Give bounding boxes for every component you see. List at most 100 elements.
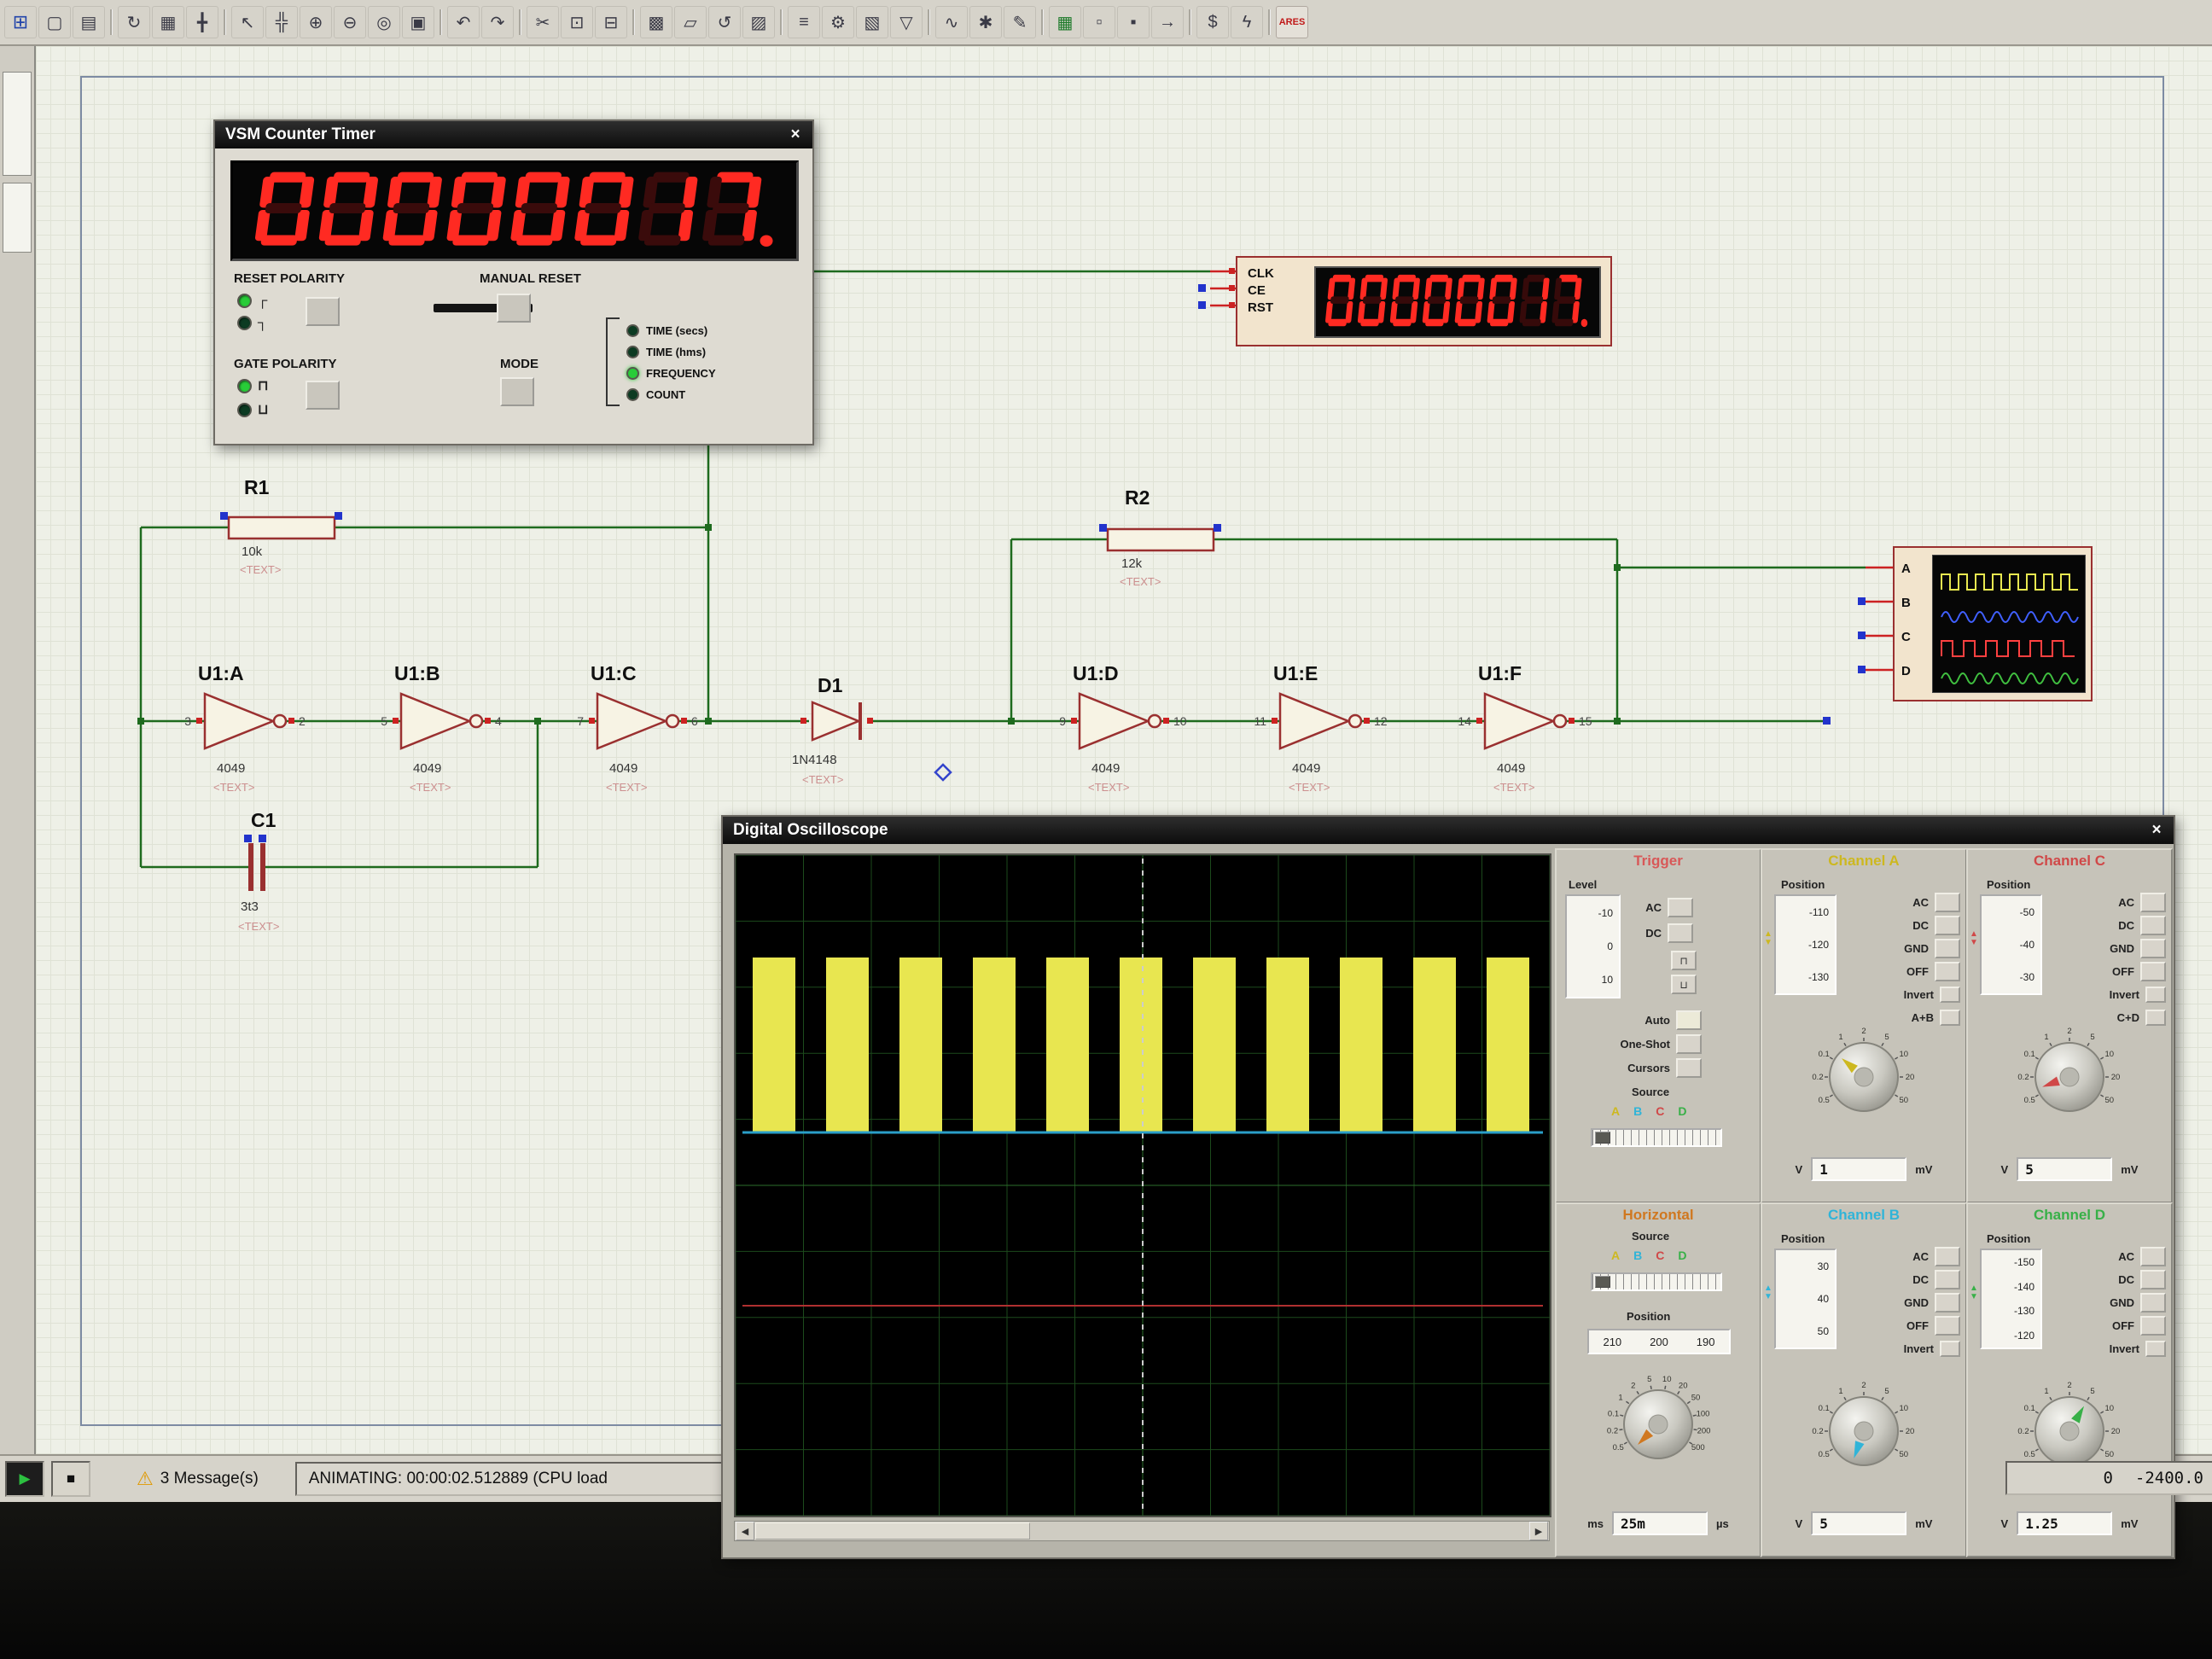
object-selector-pane[interactable] — [3, 183, 32, 253]
knob[interactable]: 0.50.20.1125102050 — [2017, 1024, 2122, 1130]
channel-d-gain-value[interactable]: 1.25 — [2017, 1511, 2112, 1535]
source-channel-c[interactable]: C — [1656, 1249, 1664, 1262]
scroll-right-icon[interactable]: ▶ — [1529, 1522, 1548, 1540]
channel-d-position-scale[interactable]: -150-140-130-120 — [1980, 1249, 2042, 1349]
channel-a-dc-button[interactable] — [1935, 916, 1960, 935]
channel-c-off-button[interactable] — [2140, 962, 2166, 981]
block-delete-icon[interactable]: ▨ — [742, 6, 775, 38]
channel-d-invert-button[interactable] — [2145, 1341, 2166, 1357]
source-channel-b[interactable]: B — [1633, 1249, 1642, 1262]
trigger-edge-rising-button[interactable]: ⊓ — [1671, 951, 1697, 970]
channel-b-position-scale[interactable]: 304050 — [1774, 1249, 1837, 1349]
source-channel-b[interactable]: B — [1633, 1104, 1642, 1118]
toggle-grid-icon[interactable]: ▦ — [152, 6, 184, 38]
channel-d-position-arrows[interactable]: ▲▼ — [1970, 1284, 1978, 1301]
property-assignment-icon[interactable]: ✎ — [1004, 6, 1036, 38]
gate-polarity-button[interactable] — [306, 381, 340, 410]
zoom-all-icon[interactable]: ◎ — [368, 6, 400, 38]
reset-polarity-rising-radio[interactable] — [237, 294, 252, 308]
copy-icon[interactable]: ⊡ — [561, 6, 593, 38]
mode-option-time-hms-[interactable]: TIME (hms) — [626, 346, 706, 358]
wire-autorouter-icon[interactable]: ∿ — [935, 6, 968, 38]
knob[interactable]: 0.50.20.1125102050100200500 — [1605, 1371, 1711, 1477]
search-tag-icon[interactable]: ✱ — [969, 6, 1002, 38]
netlist-to-ares-icon[interactable]: ARES — [1276, 6, 1308, 38]
channel-b-off-button[interactable] — [1935, 1316, 1960, 1336]
app-icon[interactable]: ⊞ — [4, 6, 37, 38]
mode-button[interactable] — [500, 377, 534, 406]
channel-c-position-scale[interactable]: -50-40-30 — [1980, 894, 2042, 995]
channel-c-gain-value[interactable]: 5 — [2017, 1157, 2112, 1181]
scope-titlebar[interactable]: Digital Oscilloscope × — [723, 817, 2174, 844]
manual-reset-button[interactable] — [497, 294, 531, 323]
close-icon[interactable]: × — [785, 125, 806, 145]
zoom-out-icon[interactable]: ⊖ — [334, 6, 366, 38]
channel-c-position-arrows[interactable]: ▲▼ — [1970, 930, 1978, 947]
packaging-icon[interactable]: ▧ — [856, 6, 888, 38]
scroll-left-icon[interactable]: ◀ — [736, 1522, 754, 1540]
undo-icon[interactable]: ↶ — [447, 6, 480, 38]
redo-icon[interactable]: ↷ — [481, 6, 514, 38]
channel-a-gain-value[interactable]: 1 — [1811, 1157, 1906, 1181]
trigger-level-scale[interactable]: -10 0 10 — [1565, 894, 1621, 998]
channel-c-invert-button[interactable] — [2145, 987, 2166, 1003]
source-channel-d[interactable]: D — [1678, 1249, 1686, 1262]
horizontal-position-scale[interactable]: 210 200 190 — [1587, 1329, 1731, 1354]
vsm-titlebar[interactable]: VSM Counter Timer × — [215, 121, 812, 148]
decompose-icon[interactable]: ▽ — [890, 6, 923, 38]
source-channel-a[interactable]: A — [1611, 1104, 1620, 1118]
channel-a-invert-button[interactable] — [1940, 987, 1960, 1003]
trigger-dc-button[interactable] — [1668, 923, 1693, 943]
remove-sheet-icon[interactable]: ▪ — [1117, 6, 1150, 38]
zoom-area-icon[interactable]: ▣ — [402, 6, 434, 38]
channel-d-gnd-button[interactable] — [2140, 1293, 2166, 1313]
oscilloscope-window[interactable]: Digital Oscilloscope × ◀ ▶ Trigger Level… — [721, 815, 2175, 1559]
horizontal-source-channels[interactable]: AB C D — [1611, 1249, 1687, 1262]
mode-option-count[interactable]: COUNT — [626, 388, 685, 401]
paste-icon[interactable]: ⊟ — [595, 6, 627, 38]
block-copy-icon[interactable]: ▩ — [640, 6, 672, 38]
channel-c-ac-button[interactable] — [2140, 893, 2166, 912]
horizontal-source-slider[interactable] — [1591, 1272, 1722, 1291]
channel-a-position-scale[interactable]: -110-120-130 — [1774, 894, 1837, 995]
pick-parts-icon[interactable]: ≡ — [788, 6, 820, 38]
channel-c-dc-button[interactable] — [2140, 916, 2166, 935]
knob[interactable]: 0.50.20.1125102050 — [1811, 1378, 1917, 1484]
pan-icon[interactable]: ╬ — [265, 6, 298, 38]
new-design-icon[interactable]: ▢ — [38, 6, 71, 38]
cursor-icon[interactable]: ↖ — [231, 6, 264, 38]
scope-scrollbar[interactable]: ◀ ▶ — [734, 1521, 1550, 1541]
reset-polarity-button[interactable] — [306, 297, 340, 326]
channel-a-off-button[interactable] — [1935, 962, 1960, 981]
cut-icon[interactable]: ✂ — [527, 6, 559, 38]
bill-of-materials-icon[interactable]: $ — [1196, 6, 1229, 38]
source-channel-c[interactable]: C — [1656, 1104, 1664, 1118]
new-sheet-icon[interactable]: ▫ — [1083, 6, 1115, 38]
reset-polarity-falling-radio[interactable] — [237, 316, 252, 330]
mode-option-frequency[interactable]: FREQUENCY — [626, 367, 716, 380]
scrollbar-thumb[interactable] — [755, 1522, 1030, 1540]
source-channel-a[interactable]: A — [1611, 1249, 1620, 1262]
redraw-icon[interactable]: ↻ — [118, 6, 150, 38]
message-count[interactable]: 3 Message(s) — [160, 1470, 288, 1488]
trigger-ac-button[interactable] — [1668, 898, 1693, 917]
gate-polarity-high-radio[interactable] — [237, 379, 252, 393]
channel-a-position-arrows[interactable]: ▲▼ — [1764, 930, 1773, 947]
channel-a-combine-button[interactable] — [1940, 1010, 1960, 1026]
gate-polarity-low-radio[interactable] — [237, 403, 252, 417]
overview-pane[interactable] — [3, 72, 32, 176]
goto-sheet-icon[interactable]: → — [1151, 6, 1184, 38]
timebase-value[interactable]: 25m — [1612, 1511, 1708, 1535]
block-move-icon[interactable]: ▱ — [674, 6, 707, 38]
channel-c-combine-button[interactable] — [2145, 1010, 2166, 1026]
design-explorer-icon[interactable]: ▦ — [1049, 6, 1081, 38]
vsm-counter-timer-window[interactable]: VSM Counter Timer × RESET POLARITY MANUA… — [213, 119, 814, 445]
knob[interactable]: 0.50.20.1125102050 — [1811, 1024, 1917, 1130]
channel-d-dc-button[interactable] — [2140, 1270, 2166, 1289]
mode-option-time-secs-[interactable]: TIME (secs) — [626, 324, 707, 337]
trigger-edge-falling-button[interactable]: ⊔ — [1671, 975, 1697, 994]
channel-d-off-button[interactable] — [2140, 1316, 2166, 1336]
scope-probe-component[interactable]: A B C D — [1893, 546, 2093, 701]
open-design-icon[interactable]: ▤ — [73, 6, 105, 38]
source-channel-d[interactable]: D — [1678, 1104, 1686, 1118]
